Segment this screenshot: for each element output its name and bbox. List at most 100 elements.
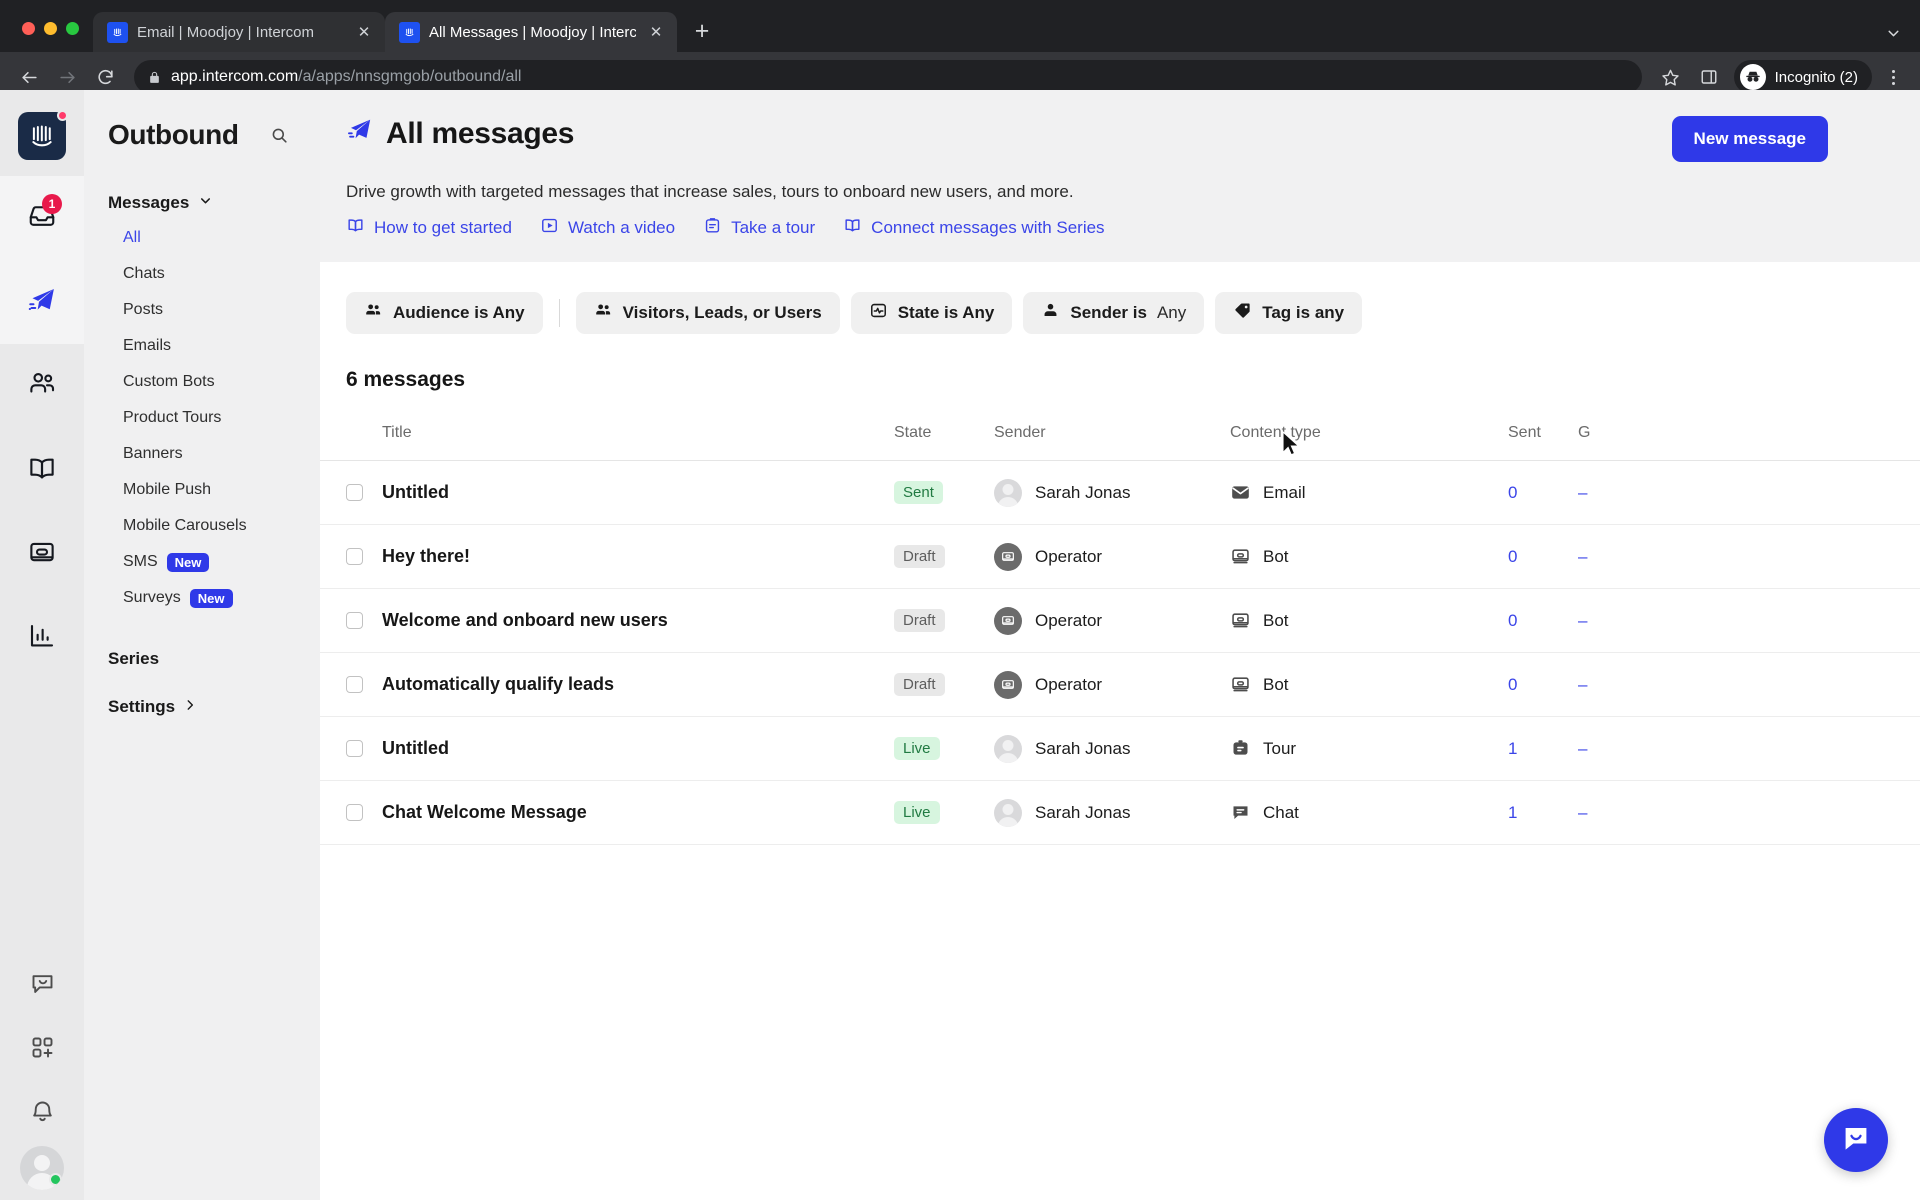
tab-search-button[interactable]: [1885, 25, 1920, 52]
table-row[interactable]: Chat Welcome Message Live Sarah Jonas Ch…: [320, 780, 1920, 845]
avatar: [994, 478, 1022, 507]
row-title-cell[interactable]: Hey there!: [382, 524, 894, 589]
link-connect-messages-with-series[interactable]: Connect messages with Series: [843, 216, 1105, 240]
row-title-cell[interactable]: Untitled: [382, 716, 894, 781]
row-checkbox-cell[interactable]: [320, 524, 382, 589]
sidebar-item-custom-bots[interactable]: Custom Bots: [84, 364, 320, 400]
sidebar-item-banners[interactable]: Banners: [84, 436, 320, 472]
rail-item-contacts[interactable]: [0, 344, 84, 428]
rail-item-apps[interactable]: [0, 1018, 84, 1082]
rail-item-help-chat[interactable]: [0, 954, 84, 1018]
sent-count[interactable]: 0: [1508, 611, 1517, 630]
row-title-cell[interactable]: Welcome and onboard new users: [382, 588, 894, 653]
table-row[interactable]: Automatically qualify leads Draft Operat…: [320, 652, 1920, 717]
column-header-state[interactable]: State: [894, 424, 994, 461]
row-title-cell[interactable]: Automatically qualify leads: [382, 652, 894, 717]
link-how-to-get-started[interactable]: How to get started: [346, 216, 512, 240]
rail-item-reports[interactable]: [0, 596, 84, 680]
column-header-sent[interactable]: Sent: [1508, 424, 1578, 461]
link-take-a-tour[interactable]: Take a tour: [703, 216, 815, 240]
sidebar-item-mobile-carousels[interactable]: Mobile Carousels: [84, 508, 320, 544]
maximize-window-button[interactable]: [66, 22, 79, 35]
row-checkbox[interactable]: [346, 484, 363, 501]
row-checkbox[interactable]: [346, 676, 363, 693]
hero-section: All messages New message Drive growth wi…: [320, 90, 1920, 262]
row-checkbox-cell[interactable]: [320, 588, 382, 653]
row-checkbox[interactable]: [346, 612, 363, 629]
table-row[interactable]: Hey there! Draft Operator Bot 0 –: [320, 524, 1920, 589]
sent-count[interactable]: 0: [1508, 547, 1517, 566]
sidebar-item-chats[interactable]: Chats: [84, 256, 320, 292]
sidebar-item-surveys[interactable]: Surveys New: [84, 580, 320, 616]
sidebar-item-emails[interactable]: Emails: [84, 328, 320, 364]
sidebar-item-settings[interactable]: Settings: [84, 692, 320, 722]
new-message-button[interactable]: New message: [1671, 116, 1828, 162]
side-panel-icon[interactable]: [1692, 60, 1726, 94]
intercom-logo[interactable]: [18, 110, 68, 160]
rail-item-inbox[interactable]: 1: [0, 176, 84, 260]
rail-item-notifications[interactable]: [0, 1082, 84, 1146]
sidebar-item-series[interactable]: Series: [84, 644, 320, 674]
sent-count[interactable]: 1: [1508, 803, 1517, 822]
star-icon[interactable]: [1654, 60, 1688, 94]
table-row[interactable]: Untitled Sent Sarah Jonas Email 0 –: [320, 460, 1920, 525]
rail-item-outbound[interactable]: [0, 260, 84, 344]
sent-count[interactable]: 0: [1508, 675, 1517, 694]
filter-sender[interactable]: Sender is Any: [1023, 292, 1205, 334]
sender-name: Sarah Jonas: [1035, 802, 1131, 822]
row-checkbox-cell[interactable]: [320, 716, 382, 781]
search-icon[interactable]: [260, 116, 298, 154]
close-icon[interactable]: ✕: [645, 21, 667, 43]
column-header-sender[interactable]: Sender: [994, 424, 1230, 461]
new-tab-button[interactable]: +: [685, 14, 719, 48]
kebab-menu-icon[interactable]: [1878, 60, 1908, 94]
window-controls[interactable]: [14, 22, 93, 52]
close-icon[interactable]: ✕: [353, 21, 375, 43]
row-checkbox-cell[interactable]: [320, 652, 382, 717]
column-header-title[interactable]: Title: [382, 424, 894, 461]
reload-icon[interactable]: [88, 60, 122, 94]
sent-count[interactable]: 1: [1508, 739, 1517, 758]
sidebar-item-sms[interactable]: SMS New: [84, 544, 320, 580]
rail-item-messenger[interactable]: [0, 512, 84, 596]
table-row[interactable]: Welcome and onboard new users Draft Oper…: [320, 588, 1920, 653]
row-title: Chat Welcome Message: [382, 802, 587, 822]
profile-button[interactable]: Incognito (2): [1733, 60, 1872, 94]
tab-title: All Messages | Moodjoy | Interc: [429, 23, 636, 41]
messenger-launcher-button[interactable]: [1824, 1108, 1888, 1172]
minimize-window-button[interactable]: [44, 22, 57, 35]
filter-divider: [558, 299, 560, 327]
table-row[interactable]: Untitled Live Sarah Jonas Tour 1 –: [320, 716, 1920, 781]
filter-segment[interactable]: Visitors, Leads, or Users: [575, 292, 840, 334]
row-checkbox[interactable]: [346, 804, 363, 821]
sidebar-item-posts[interactable]: Posts: [84, 292, 320, 328]
browser-tab-1[interactable]: Email | Moodjoy | Intercom ✕: [93, 12, 385, 52]
sent-count[interactable]: 0: [1508, 483, 1517, 502]
sidebar-item-product-tours[interactable]: Product Tours: [84, 400, 320, 436]
sidebar-group-header[interactable]: Messages: [84, 186, 320, 220]
avatar[interactable]: [20, 1146, 64, 1190]
filter-state[interactable]: State is Any: [850, 292, 1013, 334]
column-header-content-type[interactable]: Content type: [1230, 424, 1508, 461]
row-checkbox-cell[interactable]: [320, 460, 382, 525]
row-checkbox[interactable]: [346, 548, 363, 565]
rail-item-articles[interactable]: [0, 428, 84, 512]
address-bar[interactable]: app.intercom.com/a/apps/nnsgmgob/outboun…: [134, 60, 1642, 94]
forward-arrow-icon[interactable]: [50, 60, 84, 94]
people-icon: [364, 301, 383, 325]
browser-tab-2[interactable]: All Messages | Moodjoy | Interc ✕: [385, 12, 677, 52]
sidebar-item-all[interactable]: All: [84, 220, 320, 256]
row-title-cell[interactable]: Chat Welcome Message: [382, 780, 894, 845]
row-checkbox[interactable]: [346, 740, 363, 757]
status-badge: Sent: [894, 481, 943, 504]
sidebar-item-mobile-push[interactable]: Mobile Push: [84, 472, 320, 508]
filter-audience[interactable]: Audience is Any: [346, 292, 543, 334]
link-watch-a-video[interactable]: Watch a video: [540, 216, 675, 240]
filter-tag[interactable]: Tag is any: [1215, 292, 1363, 334]
status-badge: Live: [894, 737, 940, 760]
back-arrow-icon[interactable]: [12, 60, 46, 94]
column-header-goal[interactable]: G: [1578, 424, 1920, 461]
row-checkbox-cell[interactable]: [320, 780, 382, 845]
row-title-cell[interactable]: Untitled: [382, 460, 894, 525]
close-window-button[interactable]: [22, 22, 35, 35]
